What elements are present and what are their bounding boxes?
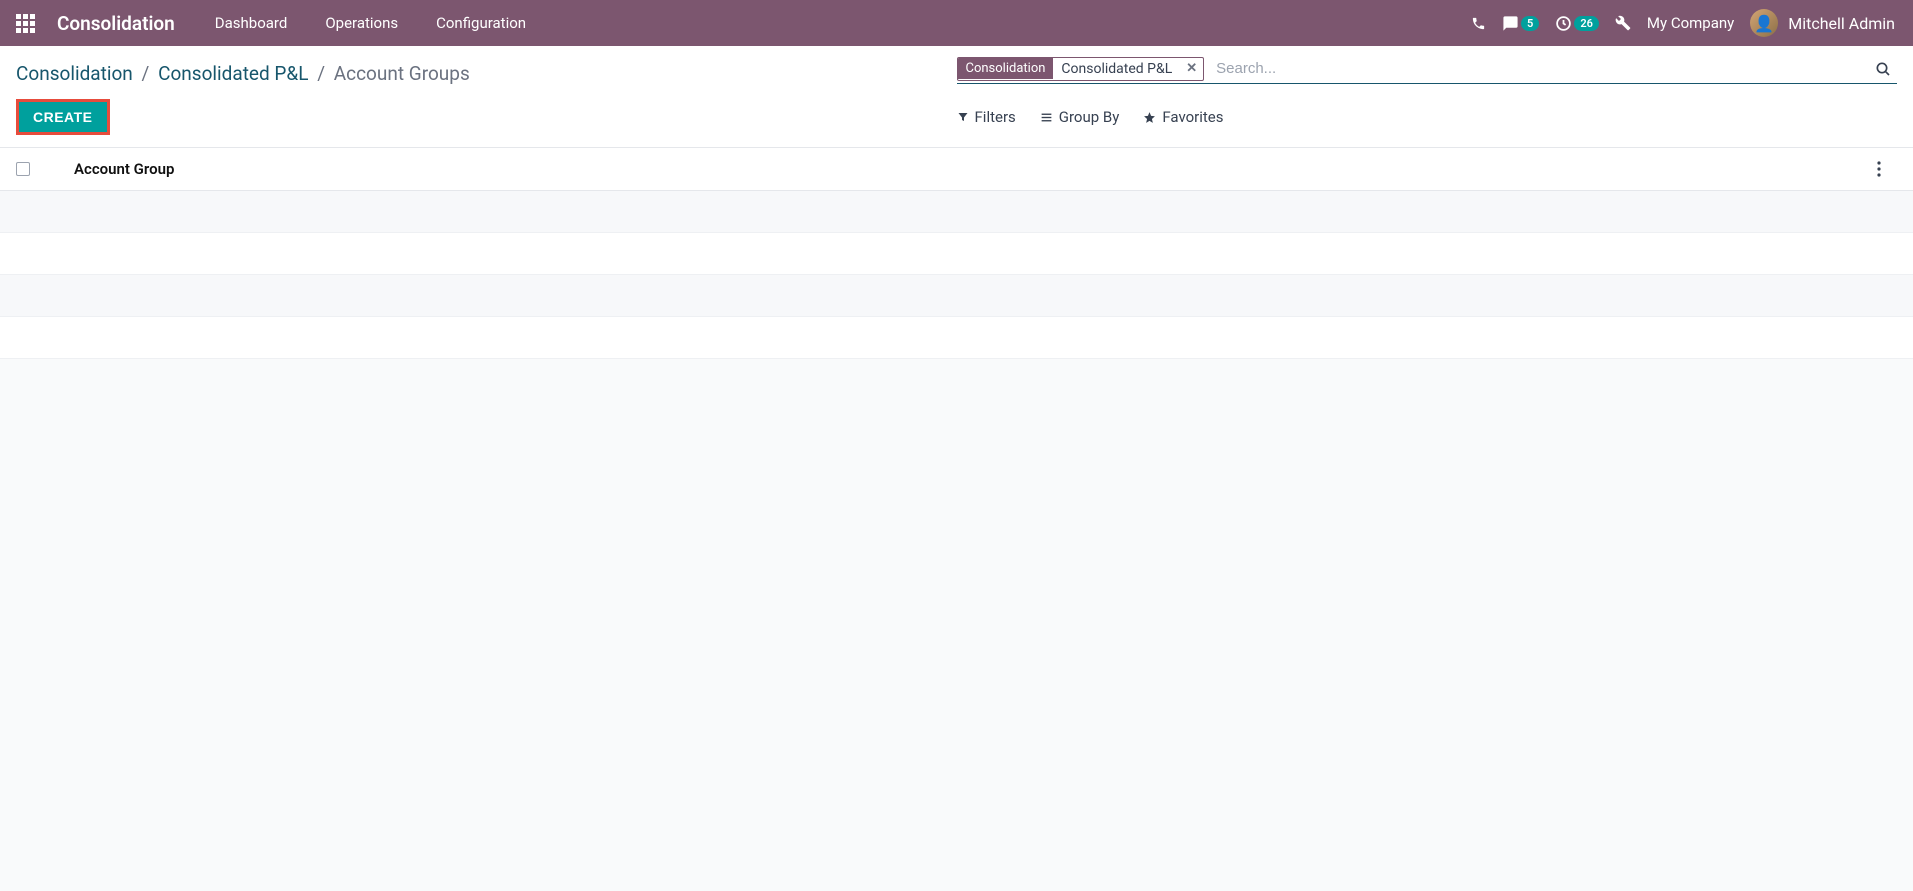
avatar: 👤: [1750, 9, 1778, 37]
control-panel-bottom: CREATE Filters Group By Favorites: [0, 93, 1913, 147]
search-options: Filters Group By Favorites: [957, 108, 1898, 126]
table-row: [0, 191, 1913, 233]
top-navbar: Consolidation Dashboard Operations Confi…: [0, 0, 1913, 46]
search-area: Consolidation Consolidated P&L ✕: [957, 56, 1898, 84]
messages-icon[interactable]: 5: [1502, 15, 1539, 32]
filters-button[interactable]: Filters: [957, 108, 1016, 126]
favorites-button[interactable]: Favorites: [1143, 108, 1223, 126]
control-panel-top: Consolidation / Consolidated P&L / Accou…: [0, 46, 1913, 93]
favorites-label: Favorites: [1162, 108, 1223, 126]
create-button[interactable]: CREATE: [16, 99, 110, 135]
facet-value: Consolidated P&L: [1053, 58, 1180, 80]
control-panel: Consolidation / Consolidated P&L / Accou…: [0, 46, 1913, 148]
table-row: [0, 317, 1913, 359]
company-selector[interactable]: My Company: [1647, 14, 1734, 32]
star-icon: [1143, 111, 1156, 124]
groupby-label: Group By: [1059, 108, 1120, 126]
user-menu[interactable]: 👤 Mitchell Admin: [1750, 9, 1905, 37]
nav-dashboard[interactable]: Dashboard: [205, 14, 298, 32]
filter-icon: [957, 111, 969, 123]
select-all-cell: [16, 162, 44, 176]
search-box: Consolidation Consolidated P&L ✕: [957, 56, 1898, 84]
nav-operations[interactable]: Operations: [315, 14, 408, 32]
empty-table-body: [0, 191, 1913, 359]
breadcrumb-current: Account Groups: [334, 62, 470, 85]
search-icon[interactable]: [1869, 61, 1897, 77]
app-title[interactable]: Consolidation: [57, 12, 175, 35]
user-name: Mitchell Admin: [1788, 14, 1895, 33]
activities-icon[interactable]: 26: [1555, 15, 1599, 32]
breadcrumb-separator: /: [142, 62, 150, 85]
filters-label: Filters: [975, 108, 1016, 126]
breadcrumb-separator: /: [317, 62, 325, 85]
table-row: [0, 275, 1913, 317]
facet-label: Consolidation: [958, 58, 1054, 79]
apps-icon[interactable]: [16, 14, 35, 33]
navbar-right: 5 26 My Company 👤 Mitchell Admin: [1471, 9, 1905, 37]
facet-remove-icon[interactable]: ✕: [1180, 61, 1203, 76]
optional-columns-icon[interactable]: [1877, 161, 1897, 177]
breadcrumb-link-consolidation[interactable]: Consolidation: [16, 62, 133, 85]
messages-badge: 5: [1521, 16, 1539, 31]
search-input[interactable]: [1210, 56, 1869, 81]
list-icon: [1040, 111, 1053, 124]
nav-configuration[interactable]: Configuration: [426, 14, 536, 32]
list-view: Account Group: [0, 148, 1913, 359]
column-header-account-group[interactable]: Account Group: [72, 160, 1877, 178]
navbar-left: Consolidation Dashboard Operations Confi…: [16, 12, 536, 35]
tools-icon[interactable]: [1615, 15, 1631, 31]
breadcrumb-link-pl[interactable]: Consolidated P&L: [158, 62, 308, 85]
phone-icon[interactable]: [1471, 16, 1486, 31]
table-header-row: Account Group: [0, 148, 1913, 191]
activities-badge: 26: [1574, 16, 1599, 31]
breadcrumb: Consolidation / Consolidated P&L / Accou…: [16, 56, 470, 93]
select-all-checkbox[interactable]: [16, 162, 30, 176]
groupby-button[interactable]: Group By: [1040, 108, 1120, 126]
table-row: [0, 233, 1913, 275]
search-facet: Consolidation Consolidated P&L ✕: [957, 57, 1205, 81]
